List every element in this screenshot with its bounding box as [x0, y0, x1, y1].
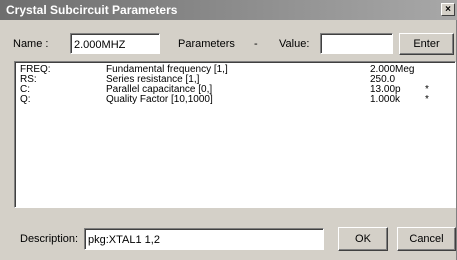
param-description: Quality Factor [10,1000]: [106, 94, 213, 105]
value-input[interactable]: [320, 33, 393, 54]
close-icon[interactable]: ×: [441, 3, 455, 16]
param-name: Q:: [20, 94, 31, 105]
cancel-button[interactable]: Cancel: [397, 227, 456, 251]
description-label: Description:: [20, 233, 79, 245]
title-bar: Crystal Subcircuit Parameters ×: [0, 0, 457, 20]
window-title: Crystal Subcircuit Parameters: [6, 3, 178, 17]
parameters-list[interactable]: FREQ: Fundamental frequency [1,] 2.000Me…: [14, 61, 456, 208]
name-label: Name :: [13, 38, 49, 50]
value-label: Value:: [279, 38, 310, 50]
name-input[interactable]: [70, 33, 160, 54]
enter-button[interactable]: Enter: [399, 33, 454, 55]
ok-button[interactable]: OK: [338, 227, 388, 251]
separator-dash: -: [254, 38, 258, 50]
param-row[interactable]: Q: Quality Factor [10,1000] 1.000k *: [20, 95, 455, 105]
dialog-window: Crystal Subcircuit Parameters × Name : P…: [0, 0, 457, 260]
param-flag: *: [425, 94, 429, 105]
description-input[interactable]: [84, 228, 324, 250]
param-value: 1.000k: [370, 94, 401, 105]
parameters-label: Parameters: [178, 38, 235, 50]
